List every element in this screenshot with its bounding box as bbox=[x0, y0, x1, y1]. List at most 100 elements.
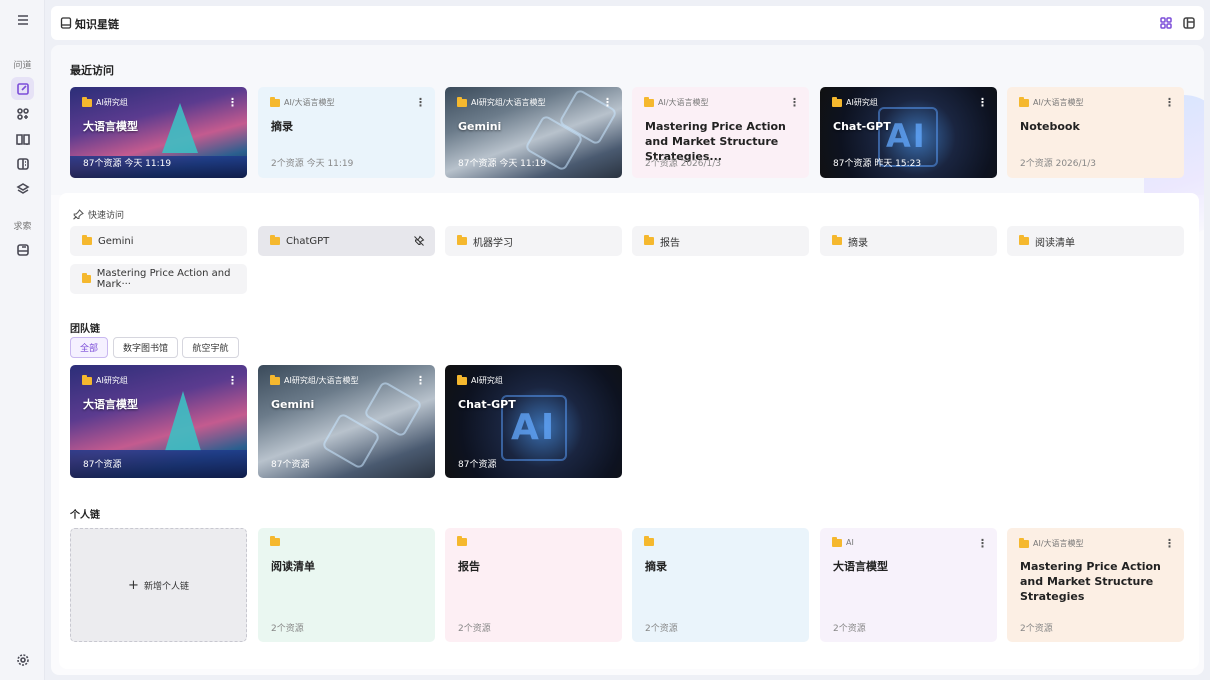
card-title: Gemini bbox=[271, 398, 315, 411]
card-crumb: AI研究组/大语言模型 bbox=[284, 376, 359, 385]
more-icon[interactable]: ⋮ bbox=[977, 537, 988, 550]
card-title: Chat-GPT bbox=[458, 398, 516, 411]
more-icon[interactable]: ⋮ bbox=[415, 96, 426, 109]
tab-digital-library[interactable]: 数字图书馆 bbox=[113, 337, 178, 358]
recent-title: 最近访问 bbox=[70, 64, 114, 77]
tab-aerospace[interactable]: 航空宇航 bbox=[182, 337, 239, 358]
recent-card[interactable]: AI/大语言模型 ⋮ Mastering Price Action and Ma… bbox=[632, 87, 809, 178]
personal-card[interactable]: 阅读清单 2个资源 bbox=[258, 528, 435, 642]
recent-card[interactable]: AI/大语言模型 ⋮ 摘录 2个资源 今天 11:19 bbox=[258, 87, 435, 178]
more-icon[interactable]: ⋮ bbox=[977, 96, 988, 109]
personal-card[interactable]: AI/大语言模型 ⋮ Mastering Price Action and Ma… bbox=[1007, 528, 1184, 642]
quick-item-label: ChatGPT bbox=[286, 235, 330, 247]
quick-access-title: 快速访问 bbox=[88, 211, 125, 221]
database-icon[interactable] bbox=[11, 238, 34, 261]
quick-item-label: Mastering Price Action and Mark··· bbox=[96, 268, 231, 290]
card-title: Notebook bbox=[1020, 120, 1080, 133]
personal-card[interactable]: AI ⋮ 大语言模型 2个资源 bbox=[820, 528, 997, 642]
card-title: 报告 bbox=[458, 560, 480, 573]
book-open-icon[interactable] bbox=[11, 127, 34, 150]
card-meta: 2个资源 2026/1/3 bbox=[645, 159, 722, 169]
folder-icon bbox=[644, 96, 654, 107]
card-meta: 87个资源 bbox=[271, 460, 310, 470]
card-crumb: AI研究组 bbox=[471, 376, 503, 385]
folder-icon bbox=[270, 235, 280, 245]
folder-icon bbox=[1019, 537, 1029, 548]
unpin-icon[interactable] bbox=[413, 235, 425, 247]
card-meta: 2个资源 bbox=[271, 624, 304, 634]
team-card[interactable]: AI AI研究组 Chat-GPT 87个资源 bbox=[445, 365, 622, 478]
panel-icon[interactable] bbox=[1181, 15, 1197, 31]
quick-item[interactable]: Gemini bbox=[70, 226, 247, 256]
folder-icon bbox=[832, 96, 842, 107]
pin-icon bbox=[73, 209, 84, 220]
top-header: 知识星链 bbox=[51, 6, 1204, 40]
card-meta: 87个资源 今天 11:19 bbox=[83, 159, 172, 169]
card-meta: 87个资源 昨天 15:23 bbox=[833, 159, 922, 169]
card-crumb: AI研究组 bbox=[96, 376, 128, 385]
quick-item-label: Gemini bbox=[98, 235, 134, 247]
card-title: 摘录 bbox=[645, 560, 667, 573]
document-icon[interactable] bbox=[11, 152, 34, 175]
card-title: Chat-GPT bbox=[833, 120, 891, 133]
quick-item[interactable]: 报告 bbox=[632, 226, 809, 256]
card-meta: 2个资源 bbox=[1020, 624, 1053, 634]
personal-card[interactable]: 摘录 2个资源 bbox=[632, 528, 809, 642]
card-crumb: AI/大语言模型 bbox=[1033, 539, 1084, 548]
folder-icon bbox=[457, 536, 467, 546]
folder-icon bbox=[1019, 96, 1029, 107]
more-icon[interactable]: ⋮ bbox=[1164, 96, 1175, 109]
recent-card[interactable]: AI研究组 ⋮ 大语言模型 87个资源 今天 11:19 bbox=[70, 87, 247, 178]
more-icon[interactable]: ⋮ bbox=[415, 374, 426, 387]
quick-item[interactable]: ChatGPT bbox=[258, 226, 435, 256]
more-icon[interactable]: ⋮ bbox=[227, 374, 238, 387]
team-card[interactable]: AI研究组/大语言模型 ⋮ Gemini 87个资源 bbox=[258, 365, 435, 478]
card-crumb: AI研究组/大语言模型 bbox=[471, 98, 546, 107]
gear-icon[interactable] bbox=[11, 648, 34, 671]
card-crumb: AI研究组 bbox=[96, 98, 128, 107]
menu-icon[interactable] bbox=[11, 8, 34, 31]
more-icon[interactable]: ⋮ bbox=[227, 96, 238, 109]
folder-icon bbox=[270, 374, 280, 385]
card-title: 大语言模型 bbox=[83, 398, 138, 411]
team-card[interactable]: AI研究组 ⋮ 大语言模型 87个资源 bbox=[70, 365, 247, 478]
folder-icon bbox=[82, 96, 92, 107]
rail-section-wendao: 问道 bbox=[13, 61, 32, 71]
tab-all[interactable]: 全部 bbox=[70, 337, 108, 358]
card-meta: 2个资源 bbox=[645, 624, 678, 634]
card-title: 摘录 bbox=[271, 120, 293, 133]
quick-item[interactable]: 阅读清单 bbox=[1007, 226, 1184, 256]
recent-card[interactable]: AI AI研究组 ⋮ Chat-GPT 87个资源 昨天 15:23 bbox=[820, 87, 997, 178]
more-icon[interactable]: ⋮ bbox=[602, 96, 613, 109]
card-meta: 2个资源 今天 11:19 bbox=[271, 159, 354, 169]
grid-icon[interactable] bbox=[1158, 15, 1174, 31]
app-title: 知识星链 bbox=[75, 18, 119, 31]
team-title: 团队链 bbox=[70, 324, 100, 335]
more-icon[interactable]: ⋮ bbox=[1164, 537, 1175, 550]
folder-icon bbox=[832, 235, 842, 245]
card-crumb: AI bbox=[846, 538, 854, 547]
folder-icon bbox=[270, 536, 280, 546]
quick-item[interactable]: Mastering Price Action and Mark··· bbox=[70, 264, 247, 294]
card-title: 大语言模型 bbox=[833, 560, 888, 573]
folder-icon bbox=[457, 96, 467, 107]
personal-card[interactable]: 报告 2个资源 bbox=[445, 528, 622, 642]
quick-access-header: 快速访问 bbox=[73, 208, 124, 221]
quick-item[interactable]: 机器学习 bbox=[445, 226, 622, 256]
recent-card[interactable]: AI研究组/大语言模型 ⋮ Gemini 87个资源 今天 11:19 bbox=[445, 87, 622, 178]
main-content: 最近访问 AI研究组 ⋮ 大语言模型 87个资源 今天 11:19 AI/大语言… bbox=[51, 45, 1204, 675]
personal-title: 个人链 bbox=[70, 510, 100, 521]
card-title: 大语言模型 bbox=[83, 120, 138, 133]
add-personal-chain-button[interactable]: + 新增个人链 bbox=[70, 528, 247, 642]
quick-item[interactable]: 摘录 bbox=[820, 226, 997, 256]
folder-icon bbox=[457, 374, 467, 385]
rail-section-qiusuo: 求索 bbox=[13, 222, 32, 232]
card-title: Mastering Price Action and Market Struct… bbox=[1020, 560, 1161, 603]
folder-icon bbox=[270, 96, 280, 107]
layers-icon[interactable] bbox=[11, 177, 34, 200]
card-crumb: AI/大语言模型 bbox=[284, 98, 335, 107]
edit-icon[interactable] bbox=[11, 77, 34, 100]
apps-icon[interactable] bbox=[11, 102, 34, 125]
more-icon[interactable]: ⋮ bbox=[789, 96, 800, 109]
recent-card[interactable]: AI/大语言模型 ⋮ Notebook 2个资源 2026/1/3 bbox=[1007, 87, 1184, 178]
